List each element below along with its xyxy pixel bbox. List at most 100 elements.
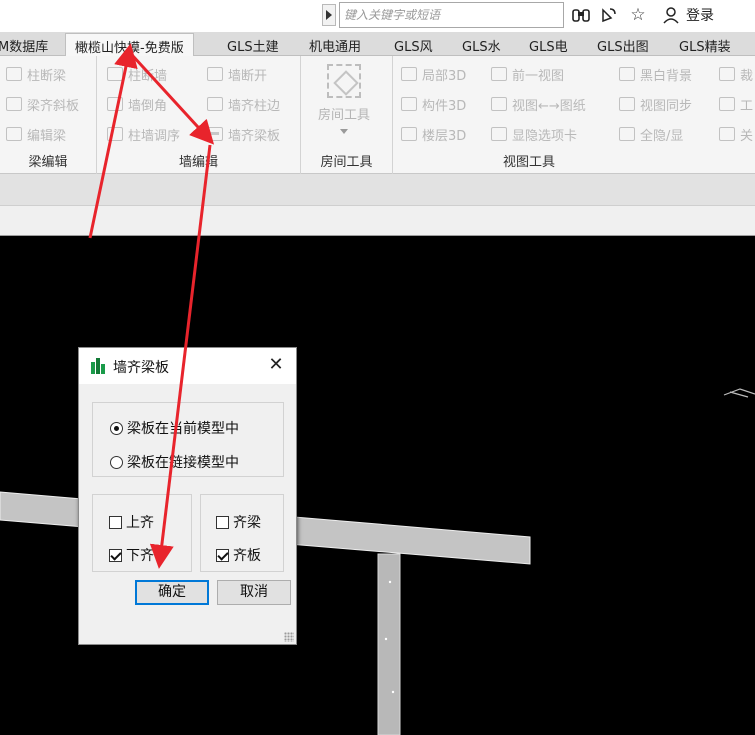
button-label: 裁 [740,68,754,84]
button-label: 墙倒角 [128,98,168,114]
beam-align-slab-button[interactable]: 梁齐斜板 [6,93,79,115]
wall-chamfer-icon [107,97,123,111]
distant-element [723,388,755,398]
previous-view-button[interactable]: 前一视图 [491,63,564,85]
floor-3d-button[interactable]: 楼层3D [401,123,466,145]
checkbox-label: 上齐 [126,515,154,531]
wall-chamfer-button[interactable]: 墙倒角 [107,93,167,115]
tab-database[interactable]: M数据库 [0,33,48,56]
grid-icon [719,97,735,111]
checkbox-unchecked-indicator [216,515,229,529]
close-icon[interactable]: ✕ [266,355,286,375]
radio-current-model[interactable]: 梁板在当前模型中 [110,418,239,438]
dialog-title: 墙齐梁板 [113,360,169,376]
radio-unselected-indicator [110,455,123,469]
button-label: 墙齐梁板 [228,128,281,144]
local-3d-button[interactable]: 局部3D [401,63,466,85]
button-label: 墙齐柱边 [228,98,281,114]
group-wall-edit: 柱断墙 墙倒角 柱墙调序 墙断开 墙齐柱边 墙齐梁板 墙编辑 [97,56,301,174]
app-logo-icon [91,358,105,374]
component-3d-button[interactable]: 构件3D [401,93,466,115]
button-label: 楼层3D [422,128,467,144]
view-sync-button[interactable]: 视图同步 [619,93,692,115]
button-label: 柱墙调序 [128,128,181,144]
column-break-beam-icon [6,67,22,81]
tab-gls-finish[interactable]: GLS精装 [679,33,731,56]
edit-beam-icon [6,127,22,141]
button-label: 前一视图 [512,68,565,84]
tab-gls-civil[interactable]: GLS土建 [227,33,279,56]
room-tools-icon [327,64,361,98]
column-break-wall-button[interactable]: 柱断墙 [107,63,167,85]
star-icon[interactable]: ☆ [627,4,649,26]
search-expand-button[interactable] [322,4,336,26]
button-label: 视图←→图纸 [512,98,586,114]
button-label: 全隐/显 [640,128,684,144]
tab-gls-electric[interactable]: GLS电 [529,33,568,56]
column-break-wall-icon [107,67,123,81]
login-link[interactable]: 登录 [686,5,714,25]
wall-break-button[interactable]: 墙断开 [207,63,267,85]
group-label-beam-edit: 梁编辑 [28,155,68,170]
group-view-tools: 局部3D 构件3D 楼层3D 前一视图 视图←→图纸 显隐选项卡 黑白背景 视图… [393,56,755,174]
column-break-beam-button[interactable]: 柱断梁 [6,63,66,85]
black-white-bg-button[interactable]: 黑白背景 [619,63,692,85]
dropdown-arrow-icon [340,129,348,134]
button-label: 黑白背景 [640,68,693,84]
crop-icon [719,67,735,81]
column-wall-order-button[interactable]: 柱墙调序 [107,123,180,145]
beam-align-slab-icon [6,97,22,111]
ok-button[interactable]: 确定 [135,580,209,605]
button-label: 关 [740,128,754,144]
satellite-icon[interactable] [598,4,620,26]
button-label: 柱断梁 [27,68,67,84]
wall-align-beam-slab-button[interactable]: 墙齐梁板 [207,123,280,145]
visibility-tab-button[interactable]: 显隐选项卡 [491,123,577,145]
checkbox-align-beam[interactable]: 齐梁 [216,512,261,532]
crop-button[interactable]: 裁 [719,63,753,85]
options-bar [0,174,755,206]
group-beam-edit: 柱断梁 梁齐斜板 编辑梁 梁编辑 [0,56,97,174]
radio-linked-model[interactable]: 梁板在链接模型中 [110,452,239,472]
view-sheet-switch-button[interactable]: 视图←→图纸 [491,93,586,115]
tab-olive-quick-model[interactable]: 橄榄山快模-免费版 [65,33,194,56]
column-wall-order-icon [107,127,123,141]
close-views-button[interactable]: 关 [719,123,753,145]
checkbox-label: 下齐 [126,548,154,564]
button-label: 视图同步 [640,98,693,114]
floor-3d-icon [401,127,417,141]
wall-align-column-button[interactable]: 墙齐柱边 [207,93,280,115]
checkbox-checked-indicator [109,548,122,562]
user-icon[interactable] [660,4,682,26]
room-tools-button[interactable]: 房间工具 [309,64,379,134]
checkbox-checked-indicator [216,548,229,562]
work-button[interactable]: 工 [719,93,753,115]
search-input[interactable]: 键入关键字或短语 [339,2,564,28]
checkbox-bottom-align[interactable]: 下齐 [109,545,154,565]
black-white-bg-icon [619,67,635,81]
wall-align-beam-slab-dialog: 墙齐梁板 ✕ 梁板在当前模型中 梁板在链接模型中 上齐 下齐 齐梁 齐板 确定 … [78,347,297,645]
edit-beam-button[interactable]: 编辑梁 [6,123,66,145]
tab-gls-hvac[interactable]: GLS风 [394,33,433,56]
tab-gls-drawing[interactable]: GLS出图 [597,33,649,56]
radio-label: 梁板在当前模型中 [127,421,239,437]
ribbon-tab-bar: M数据库 橄榄山快模-免费版 GLS土建 机电通用 GLS风 GLS水 GLS电… [0,32,755,56]
cancel-button[interactable]: 取消 [217,580,291,605]
dialog-titlebar[interactable]: 墙齐梁板 ✕ [79,348,296,384]
button-label: 房间工具 [317,108,370,123]
binoculars-icon[interactable] [570,4,592,26]
checkbox-align-slab[interactable]: 齐板 [216,545,261,565]
column-element[interactable] [377,553,401,735]
checkbox-top-align[interactable]: 上齐 [109,512,154,532]
button-label: 局部3D [422,68,467,84]
view-sync-icon [619,97,635,111]
tab-mep-general[interactable]: 机电通用 [309,33,361,56]
button-label: 构件3D [422,98,467,114]
triangle-right-icon [326,10,332,20]
radio-selected-indicator [110,421,123,435]
hide-show-all-button[interactable]: 全隐/显 [619,123,683,145]
button-label: 显隐选项卡 [512,128,578,144]
resize-grip-icon[interactable] [284,632,294,642]
tab-gls-water[interactable]: GLS水 [462,33,501,56]
checkbox-unchecked-indicator [109,515,122,529]
